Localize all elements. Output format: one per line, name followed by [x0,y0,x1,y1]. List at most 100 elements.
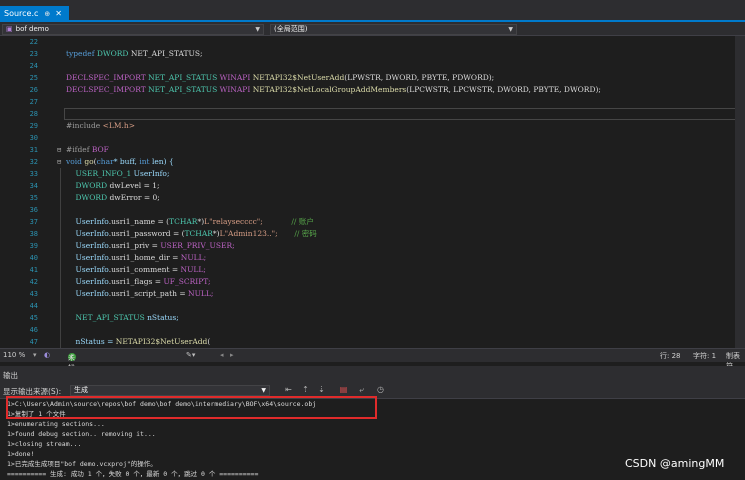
code-line[interactable]: 27 [0,96,745,108]
code-line[interactable]: 23 typedef DWORD NET_API_STATUS; [0,48,745,60]
tab-source-c[interactable]: Source.c ⊕ ✕ [0,6,69,21]
code-token: // 密码 [294,229,317,238]
code-line[interactable]: 25 DECLSPEC_IMPORT NET_API_STATUS WINAPI … [0,72,745,84]
previous-message-icon[interactable]: ⇡ [300,385,311,395]
line-number: 45 [29,314,38,322]
code-line[interactable]: 24 [0,60,745,72]
code-token: len) { [151,157,174,166]
line-number: 40 [29,254,38,262]
copilot-icon[interactable]: ◐ [44,351,50,359]
code-line[interactable]: 44 [0,300,745,312]
fold-toggle-icon[interactable]: ⊟ [57,144,61,156]
code-line[interactable]: 30 [0,132,745,144]
line-number: 42 [29,278,38,286]
code-line[interactable]: 28 [0,108,745,120]
code-token: .usri1_comment = [108,265,181,274]
code-line[interactable]: 47 nStatus = NETAPI32$NetUserAdd( [0,336,745,348]
code-token: .usri1_name = ( [108,217,170,226]
line-number: 31 [29,146,38,154]
zoom-dropdown-icon[interactable]: ▾ [33,351,37,359]
line-number: 32 [29,158,38,166]
code-text: #include <LM.h> [66,120,135,132]
line-number: 39 [29,242,38,250]
code-token: (LPCWSTR, LPCWSTR, DWORD, PBYTE, DWORD); [406,85,601,94]
code-token: go [84,157,94,166]
code-line[interactable]: 29 #include <LM.h> [0,120,745,132]
code-line[interactable]: 37 UserInfo.usri1_name = (TCHAR*)L"relay… [0,216,745,228]
close-icon[interactable]: ✕ [55,9,62,18]
find-message-icon[interactable]: ⇤ [283,385,294,395]
nav-forward-icon[interactable]: ▸ [230,351,234,359]
code-token: NULL; [180,265,206,274]
code-token: DECLSPEC_IMPORT [66,73,149,82]
code-text: NET_API_STATUS nStatus; [66,312,179,324]
navigation-bar: ▣ bof demo ▼ (全局范围) ▼ [0,22,745,36]
code-line[interactable]: 43 UserInfo.usri1_script_path = NULL; [0,288,745,300]
code-line[interactable]: 32 ⊟ void go(char* buff, int len) { [0,156,745,168]
code-text: #ifdef BOF [66,144,109,156]
code-line[interactable]: 39 UserInfo.usri1_priv = USER_PRIV_USER; [0,240,745,252]
word-wrap-icon[interactable]: ⤶ [356,385,367,395]
nav-back-icon[interactable]: ◂ [220,351,224,359]
code-line[interactable]: 41 UserInfo.usri1_comment = NULL; [0,264,745,276]
line-number: 28 [29,110,38,118]
code-text: void go(char* buff, int len) { [66,156,174,168]
clock-icon[interactable]: ◷ [375,385,386,395]
zoom-level[interactable]: 110 % [3,351,25,359]
scope-dropdown[interactable]: (全局范围) ▼ [270,24,517,35]
line-number: 37 [29,218,38,226]
code-line[interactable]: 22 [0,36,745,48]
code-token: int [139,157,152,166]
code-line[interactable]: 46 [0,324,745,336]
line-number: 36 [29,206,38,214]
code-line[interactable]: 36 [0,204,745,216]
pin-icon[interactable]: ⊕ [44,10,50,18]
code-token: .usri1_flags = [108,277,164,286]
code-line[interactable]: 40 UserInfo.usri1_home_dir = NULL; [0,252,745,264]
code-token: NET_API_STATUS [148,85,220,94]
output-source-value: 生成 [74,386,88,394]
code-token: UserInfo [75,241,109,250]
code-token: UserInfo [75,253,109,262]
code-line[interactable]: 38 UserInfo.usri1_password = (TCHAR*)L"A… [0,228,745,240]
code-token: DECLSPEC_IMPORT [66,85,149,94]
code-token: NULL; [188,289,214,298]
code-token: void [66,157,85,166]
code-line[interactable]: 34 DWORD dwLevel = 1; [0,180,745,192]
code-token: nStatus = [75,337,116,346]
code-line[interactable]: 31 ⊟ #ifdef BOF [0,144,745,156]
output-title: 输出 [0,366,745,382]
clear-all-icon[interactable]: ▤ [338,385,349,395]
code-token: UserInfo [75,277,109,286]
code-line[interactable]: 26 DECLSPEC_IMPORT NET_API_STATUS WINAPI … [0,84,745,96]
output-line: 1>enumerating sections... [7,420,105,428]
code-token: .usri1_priv = [108,241,161,250]
code-editor[interactable]: 22 23 typedef DWORD NET_API_STATUS; 24 25 DEC… [0,36,745,348]
next-message-icon[interactable]: ⇣ [316,385,327,395]
output-line: 1>done! [7,450,35,458]
brush-icon[interactable]: ✎▾ [186,351,195,359]
code-line[interactable]: 42 UserInfo.usri1_flags = UF_SCRIPT; [0,276,745,288]
vertical-scrollbar[interactable] [735,36,745,348]
code-line[interactable]: 45 NET_API_STATUS nStatus; [0,312,745,324]
code-token: nStatus; [147,313,179,322]
fold-toggle-icon[interactable]: ⊟ [57,156,61,168]
code-line[interactable]: 35 DWORD dwError = 0; [0,192,745,204]
code-token: UserInfo [75,265,109,274]
code-text: UserInfo.usri1_name = (TCHAR*)L"relaysec… [66,216,314,228]
project-dropdown[interactable]: ▣ bof demo ▼ [2,24,264,35]
code-token: dwError = 0; [109,193,160,202]
code-token: NETAPI32$NetUserAdd [252,73,345,82]
line-number: 46 [29,326,38,334]
code-token: NETAPI32$NetUserAdd [115,337,208,346]
output-source-dropdown[interactable]: 生成 ▼ [70,385,270,396]
code-token: UserInfo [75,289,109,298]
code-token: UserInfo [75,229,109,238]
code-line[interactable]: 33 USER_INFO_1 UserInfo; [0,168,745,180]
